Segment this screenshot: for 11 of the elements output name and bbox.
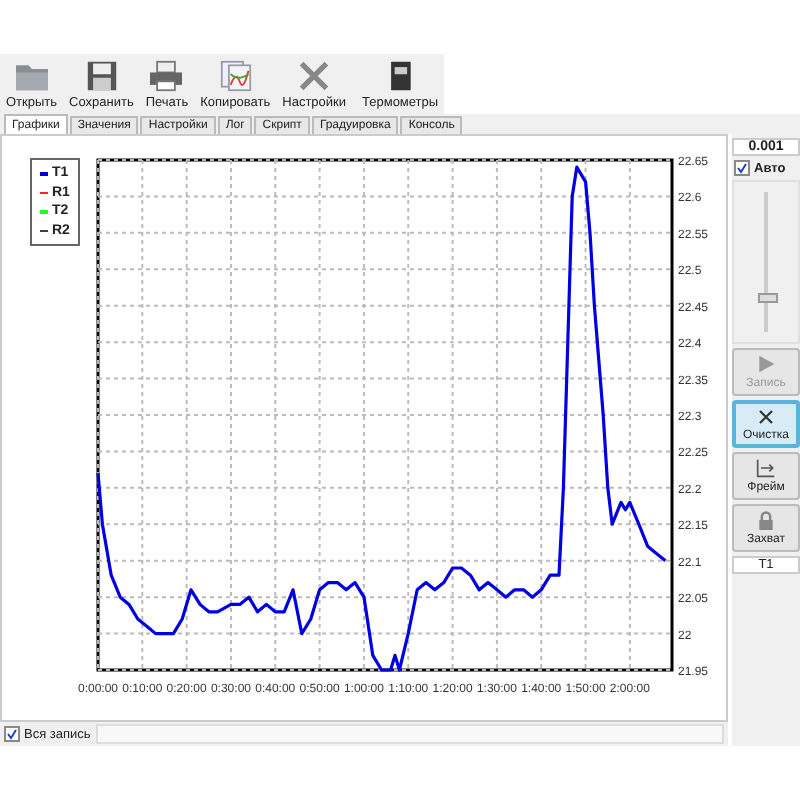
printer-icon [148,60,185,92]
horizontal-scrollbar[interactable] [96,724,724,744]
folder-icon [13,60,50,92]
checkmark-icon [6,728,18,740]
close-icon [756,408,776,426]
chart-copy-icon [217,60,254,92]
lock-icon [756,510,776,530]
checkmark-icon [736,162,748,174]
play-icon [756,354,776,374]
slider-thumb[interactable] [758,292,778,302]
fit-width-icon [756,458,776,478]
